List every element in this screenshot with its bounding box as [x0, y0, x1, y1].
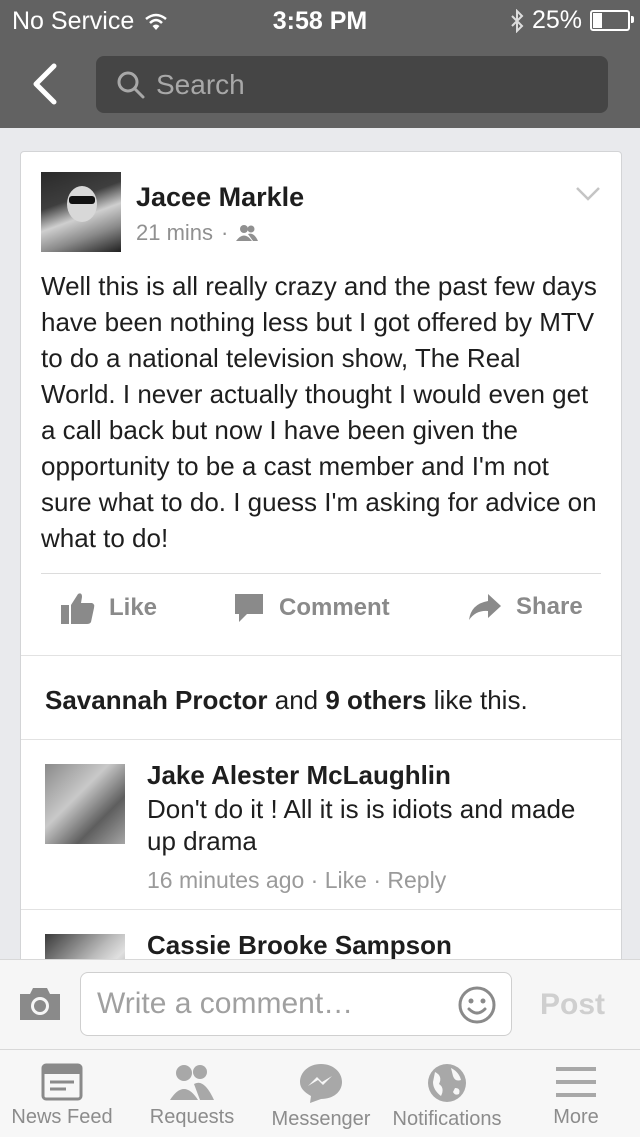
share-arrow-icon [469, 594, 501, 620]
comment-input[interactable]: Write a comment… [80, 972, 512, 1036]
back-chevron-icon [33, 63, 57, 105]
search-placeholder: Search [156, 68, 245, 100]
comment-timestamp: 16 minutes ago [147, 867, 305, 893]
divider [41, 573, 601, 574]
comment-input-placeholder: Write a comment… [97, 987, 354, 1020]
like-button[interactable]: Like [61, 592, 157, 624]
like-label: Like [109, 594, 158, 621]
comment-meta: 16 minutes ago · Like · Reply [147, 867, 447, 893]
commenter-name[interactable]: Cassie Brooke Sampson [147, 930, 452, 961]
post-options-chevron-icon[interactable] [575, 186, 601, 202]
post-meta: 21 mins · [136, 220, 259, 246]
likes-and: and [274, 685, 319, 715]
tab-label: Notifications [392, 1108, 502, 1130]
navigation-bar: Search [0, 40, 640, 128]
tab-requests[interactable]: Requests [130, 1050, 254, 1137]
comment-composer: Write a comment… Post [0, 959, 640, 1050]
battery-level-fill [593, 13, 602, 28]
status-bar: No Service 3:58 PM 25% [0, 0, 640, 40]
post-author-name[interactable]: Jacee Markle [136, 182, 304, 213]
liker-name[interactable]: Savannah Proctor [45, 685, 268, 715]
tab-label: News Feed [11, 1106, 113, 1128]
tab-notifications[interactable]: Notifications [386, 1050, 508, 1137]
comment-bubble-icon [235, 594, 263, 622]
tab-messenger[interactable]: Messenger [258, 1050, 384, 1137]
comment-text: Don't do it ! All it is is idiots and ma… [147, 794, 576, 856]
commenter-name[interactable]: Jake Alester McLaughlin [147, 760, 451, 791]
battery-icon [590, 10, 634, 31]
camera-icon[interactable] [18, 986, 62, 1022]
bluetooth-icon [511, 8, 524, 33]
divider [21, 909, 621, 910]
author-avatar[interactable] [41, 172, 121, 252]
search-field[interactable]: Search [96, 56, 608, 113]
back-button[interactable] [26, 62, 66, 106]
battery-percentage: 25% [531, 6, 582, 34]
thumbs-up-icon [61, 593, 95, 624]
divider [21, 655, 621, 656]
comment-button[interactable]: Comment [233, 592, 390, 624]
tab-bar: News Feed Requests Messenger Notificatio… [0, 1049, 640, 1137]
comment-like-link[interactable]: Like [325, 867, 367, 893]
divider [21, 739, 621, 740]
likes-others-count[interactable]: 9 others [325, 685, 426, 715]
post-comment-button[interactable]: Post [540, 988, 605, 1022]
likes-summary[interactable]: Savannah Proctor and 9 others like this. [45, 685, 528, 716]
menu-lines-icon [556, 1067, 596, 1097]
friends-audience-icon [236, 225, 259, 241]
tab-label: Messenger [271, 1108, 371, 1130]
meta-separator: · [221, 220, 229, 245]
news-feed-icon [41, 1063, 83, 1101]
post-card: Jacee Markle 21 mins · Well this is all … [20, 151, 622, 983]
globe-notifications-icon [428, 1064, 466, 1102]
tab-label: Requests [149, 1106, 235, 1128]
tab-more[interactable]: More [514, 1050, 638, 1137]
share-button[interactable]: Share [468, 592, 583, 622]
search-icon [117, 71, 145, 98]
friend-requests-icon [170, 1065, 214, 1100]
likes-suffix: like this. [433, 685, 528, 715]
comment-label: Comment [279, 594, 390, 621]
tab-news-feed[interactable]: News Feed [0, 1050, 124, 1137]
post-timestamp[interactable]: 21 mins [136, 220, 213, 246]
messenger-icon [300, 1064, 342, 1103]
tab-label: More [553, 1106, 599, 1128]
comment-reply-link[interactable]: Reply [387, 867, 446, 893]
share-label: Share [516, 593, 583, 620]
commenter-avatar[interactable] [45, 764, 125, 844]
post-body-text: Well this is all really crazy and the pa… [41, 271, 597, 553]
sticker-smiley-icon[interactable] [457, 985, 497, 1025]
